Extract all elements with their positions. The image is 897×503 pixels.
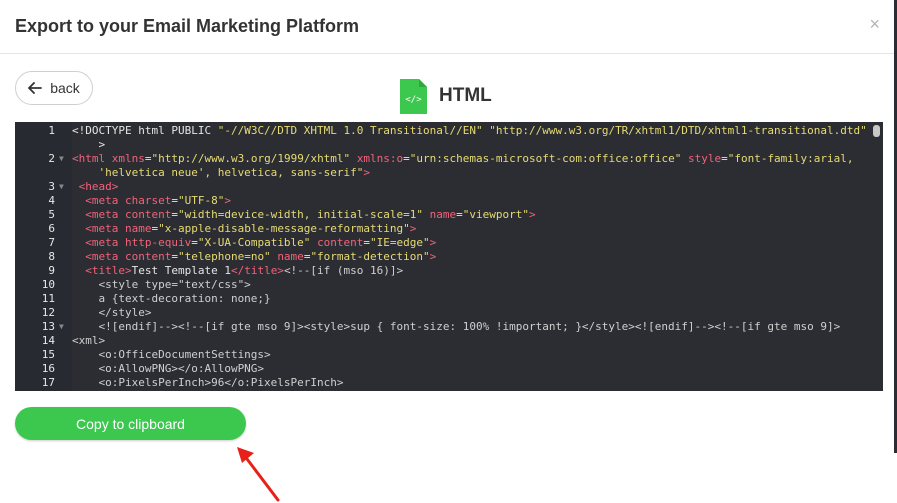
file-type-header: </> HTML xyxy=(400,78,492,114)
line-number: 2 xyxy=(48,152,55,165)
line-number: 5 xyxy=(48,208,55,221)
code-text: <meta http-equiv="X-UA-Compatible" conte… xyxy=(72,236,437,249)
code-text: <![endif]--><!--[if gte mso 9]><style>su… xyxy=(72,320,841,333)
code-line: 16 <o:AllowPNG></o:AllowPNG> xyxy=(15,362,871,376)
code-line: 8 <meta content="telephone=no" name="for… xyxy=(15,250,871,264)
line-number: 7 xyxy=(48,236,55,249)
code-text: <o:OfficeDocumentSettings> xyxy=(72,348,271,361)
code-text: a {text-decoration: none;} xyxy=(72,292,271,305)
line-number: 13 xyxy=(41,320,55,333)
code-line: 2 ▼ <html xmlns="http://www.w3.org/1999/xh… xyxy=(15,152,871,166)
code-text: 'helvetica neue', helvetica, sans-serif"… xyxy=(72,166,371,179)
code-line: 14 <xml> xyxy=(15,334,871,348)
line-number xyxy=(15,138,55,152)
code-line: 4 <meta charset="UTF-8"> xyxy=(15,194,871,208)
code-text: <style type="text/css"> xyxy=(72,278,251,291)
code-line: 9 <title>Test Template 1</title><!--[if … xyxy=(15,264,871,278)
code-line: 12 </style> xyxy=(15,306,871,320)
code-text: <meta charset="UTF-8"> xyxy=(72,194,231,207)
code-line: 13 ▼ <![endif]--><!--[if gte mso 9]><styl… xyxy=(15,320,871,334)
code-line: 11 a {text-decoration: none;} xyxy=(15,292,871,306)
code-text: <o:PixelsPerInch>96</o:PixelsPerInch> xyxy=(72,376,344,389)
code-line: 7 <meta http-equiv="X-UA-Compatible" con… xyxy=(15,236,871,250)
modal-header: Export to your Email Marketing Platform … xyxy=(0,0,894,54)
code-line: 3 ▼ <head> xyxy=(15,180,871,194)
line-number: 10 xyxy=(41,278,55,291)
line-number: 11 xyxy=(41,292,55,305)
code-text: <head> xyxy=(72,180,119,193)
code-line: 5 <meta content="width=device-width, ini… xyxy=(15,208,871,222)
red-arrow-icon xyxy=(237,447,280,502)
file-type-label: HTML xyxy=(439,85,492,106)
editor-scrollbar[interactable] xyxy=(871,122,883,391)
line-number: 3 xyxy=(48,180,55,193)
code-text: <html xmlns="http://www.w3.org/1999/xhtm… xyxy=(72,152,854,165)
fold-toggle-icon[interactable]: ▼ xyxy=(55,180,72,194)
line-number: 12 xyxy=(41,306,55,319)
code-lines: 1 <!DOCTYPE html PUBLIC "-//W3C//DTD XHTM… xyxy=(15,124,871,390)
fold-toggle-icon[interactable]: ▼ xyxy=(55,320,72,334)
line-number: 4 xyxy=(48,194,55,207)
code-line: 1 <!DOCTYPE html PUBLIC "-//W3C//DTD XHTM… xyxy=(15,124,871,138)
line-number: 15 xyxy=(41,348,55,361)
arrow-left-icon xyxy=(28,82,43,94)
line-number: 8 xyxy=(48,250,55,263)
line-number: 16 xyxy=(41,362,55,375)
code-editor[interactable]: 1 <!DOCTYPE html PUBLIC "-//W3C//DTD XHTM… xyxy=(15,122,883,391)
code-line: 6 <meta name="x-apple-disable-message-re… xyxy=(15,222,871,236)
close-icon[interactable]: × xyxy=(869,14,880,34)
back-button[interactable]: back xyxy=(15,71,93,105)
code-text: <meta content="width=device-width, initi… xyxy=(72,208,536,221)
line-number xyxy=(15,166,55,180)
code-text: <xml> xyxy=(72,334,106,347)
line-number: 1 xyxy=(48,124,55,137)
code-line: 10 <style type="text/css"> xyxy=(15,278,871,292)
scrollbar-thumb[interactable] xyxy=(873,125,880,137)
html-file-icon: </> xyxy=(400,78,427,114)
code-text: <!DOCTYPE html PUBLIC "-//W3C//DTD XHTML… xyxy=(72,124,867,137)
code-text: > xyxy=(72,138,106,151)
line-number: 14 xyxy=(41,334,55,347)
svg-text:</>: </> xyxy=(405,95,422,105)
code-text: <meta name="x-apple-disable-message-refo… xyxy=(72,222,417,235)
line-number: 6 xyxy=(48,222,55,235)
export-modal: Export to your Email Marketing Platform … xyxy=(0,0,897,453)
code-line: 17 <o:PixelsPerInch>96</o:PixelsPerInch> xyxy=(15,376,871,390)
modal-title: Export to your Email Marketing Platform xyxy=(15,16,360,36)
code-line: 15 <o:OfficeDocumentSettings> xyxy=(15,348,871,362)
back-button-label: back xyxy=(50,80,80,96)
code-text: <o:AllowPNG></o:AllowPNG> xyxy=(72,362,265,375)
line-number: 17 xyxy=(41,376,55,389)
copy-to-clipboard-button[interactable]: Copy to clipboard xyxy=(15,407,246,440)
code-line: > xyxy=(15,138,871,152)
fold-toggle-icon[interactable]: ▼ xyxy=(55,152,72,166)
code-text: </style> xyxy=(72,306,152,319)
code-line: 'helvetica neue', helvetica, sans-serif"… xyxy=(15,166,871,180)
code-text: <meta content="telephone=no" name="forma… xyxy=(72,250,437,263)
line-number: 9 xyxy=(48,264,55,277)
code-text: <title>Test Template 1</title><!--[if (m… xyxy=(72,264,404,277)
